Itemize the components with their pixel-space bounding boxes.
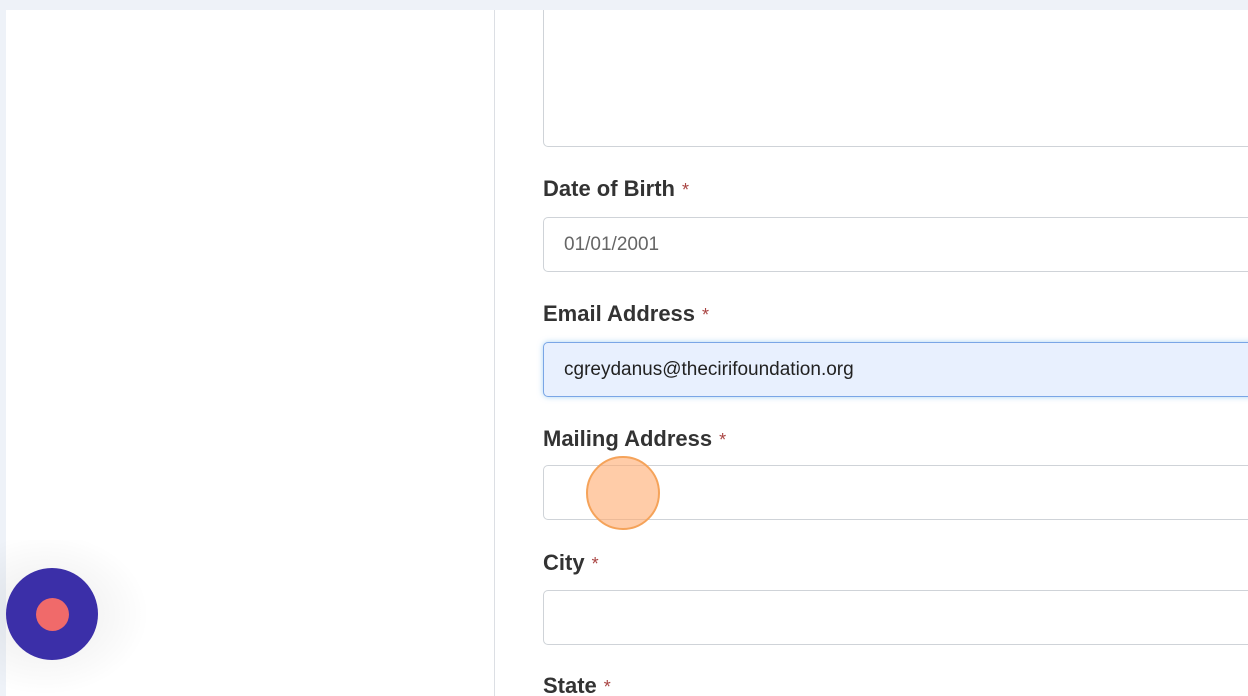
- date-of-birth-label: Date of Birth *: [543, 176, 689, 203]
- state-label-text: State: [543, 673, 597, 696]
- city-field[interactable]: [543, 590, 1248, 645]
- required-marker: *: [591, 554, 599, 574]
- required-marker: *: [719, 430, 727, 450]
- required-marker: *: [702, 305, 710, 325]
- date-of-birth-field[interactable]: [543, 217, 1248, 272]
- click-indicator: [586, 456, 660, 530]
- mailing-address-label: Mailing Address *: [543, 426, 726, 453]
- state-label: State *: [543, 673, 611, 696]
- required-marker: *: [603, 677, 611, 696]
- record-button[interactable]: [6, 568, 98, 660]
- panel-divider: [494, 10, 495, 696]
- city-label: City *: [543, 550, 599, 577]
- record-icon: [35, 597, 69, 631]
- required-marker: *: [682, 180, 690, 200]
- city-label-text: City: [543, 550, 585, 575]
- date-of-birth-label-text: Date of Birth: [543, 176, 675, 201]
- mailing-address-label-text: Mailing Address: [543, 426, 713, 451]
- email-address-label: Email Address *: [543, 301, 709, 328]
- page-canvas: Date of Birth * Email Address * Mailing Ad…: [6, 10, 1248, 696]
- email-field[interactable]: [543, 342, 1248, 397]
- email-address-label-text: Email Address: [543, 301, 696, 326]
- comments-textarea[interactable]: [543, 10, 1248, 147]
